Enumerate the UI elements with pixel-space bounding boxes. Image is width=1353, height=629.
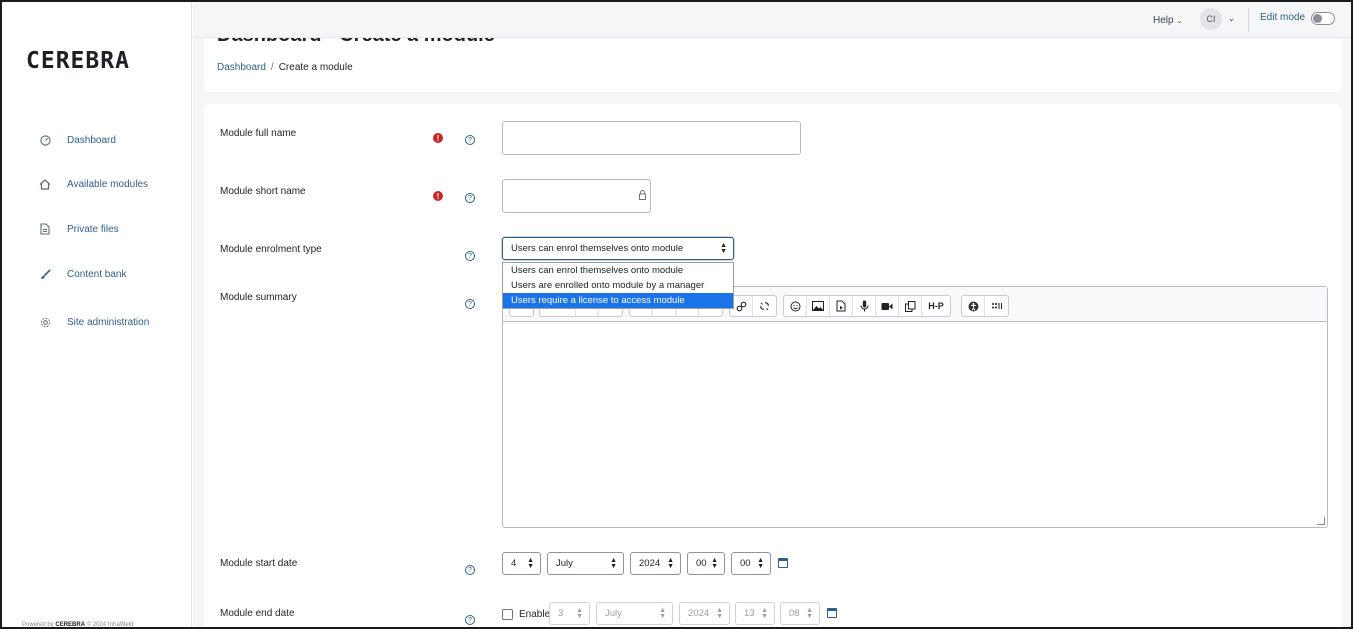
breadcrumb-dashboard[interactable]: Dashboard	[217, 62, 266, 73]
accessibility-icon[interactable]	[962, 296, 985, 316]
sidebar-item-label: Site administration	[67, 316, 150, 328]
start-year-select[interactable]: 2024 ▲ ▼	[630, 552, 681, 575]
brush-icon	[39, 268, 51, 280]
breadcrumb-current: Create a module	[278, 62, 353, 73]
avatar[interactable]: CI	[1200, 8, 1222, 30]
page-header: Dashboard - Create a module Dashboard / …	[204, 32, 1342, 92]
end-date-enable-checkbox[interactable]	[502, 609, 513, 620]
help-icon[interactable]: ?	[465, 193, 475, 203]
full-name-input[interactable]	[502, 121, 801, 155]
module-form: Module full name ! ? Module short name !…	[204, 104, 1342, 627]
end-hour-select[interactable]: 13 ▲ ▼	[735, 602, 775, 625]
chevron-down-icon: ⌄	[1176, 17, 1183, 25]
toolbar-group	[961, 295, 1009, 317]
home-icon	[39, 178, 51, 190]
select-arrows-icon: ▲ ▼	[757, 557, 764, 570]
edit-mode-label: Edit mode	[1260, 12, 1306, 23]
sidebar-item-site-administration[interactable]: Site administration	[39, 312, 149, 332]
dropdown-option-highlighted[interactable]: Users require a license to access module	[503, 293, 733, 308]
required-icon: !	[433, 191, 443, 201]
sidebar-item-label: Dashboard	[67, 134, 116, 146]
summary-editor[interactable]: H-P	[502, 286, 1328, 528]
select-arrows-icon: ▲ ▼	[576, 607, 583, 620]
enrolment-type-label: Module enrolment type	[220, 244, 322, 255]
sidebar-item-label: Private files	[67, 223, 119, 235]
sidebar-item-dashboard[interactable]: Dashboard	[39, 130, 116, 150]
start-date-label: Module start date	[220, 558, 298, 569]
top-navbar: Help ⌄ CI ⌄ Edit mode	[193, 2, 1351, 38]
select-arrows-icon: ▲ ▼	[720, 242, 727, 255]
emoji-icon[interactable]	[784, 296, 807, 316]
required-icon: !	[433, 133, 443, 143]
start-hour-select[interactable]: 00 ▲ ▼	[687, 552, 725, 575]
toolbar-group: H-P	[783, 295, 951, 317]
end-month-select[interactable]: July ▲ ▼	[596, 602, 673, 625]
start-month-select[interactable]: July ▲ ▼	[547, 552, 624, 575]
more-icon[interactable]	[985, 296, 1008, 316]
select-arrows-icon: ▲ ▼	[711, 557, 718, 570]
select-arrows-icon: ▲ ▼	[761, 607, 768, 620]
calendar-icon[interactable]	[778, 558, 788, 568]
help-icon[interactable]: ?	[465, 615, 475, 625]
enable-label: Enable	[519, 609, 551, 620]
help-icon[interactable]: ?	[465, 299, 475, 309]
file-icon	[39, 223, 51, 235]
select-arrows-icon: ▲ ▼	[716, 607, 723, 620]
divider	[1248, 8, 1249, 32]
end-year-select[interactable]: 2024 ▲ ▼	[679, 602, 730, 625]
end-date-label: Module end date	[220, 608, 295, 619]
start-minute-select[interactable]: 00 ▲ ▼	[731, 552, 771, 575]
sidebar-item-label: Available modules	[67, 178, 148, 190]
dropdown-option[interactable]: Users are enrolled onto module by a mana…	[503, 278, 733, 293]
full-name-label: Module full name	[220, 128, 297, 139]
enrolment-type-select[interactable]: Users can enrol themselves onto module ▲…	[502, 237, 734, 260]
edit-mode-toggle[interactable]	[1311, 12, 1335, 25]
select-arrows-icon: ▲ ▼	[659, 607, 666, 620]
help-icon[interactable]: ?	[465, 565, 475, 575]
enrolment-type-dropdown: Users can enrol themselves onto module U…	[502, 262, 734, 309]
help-label: Help	[1153, 15, 1174, 26]
gear-icon	[39, 316, 51, 328]
sidebar-item-label: Content bank	[67, 268, 127, 280]
gauge-icon	[39, 134, 51, 146]
h5p-icon[interactable]: H-P	[922, 296, 950, 316]
end-day-select[interactable]: 3 ▲ ▼	[549, 602, 590, 625]
breadcrumb-separator: /	[270, 62, 274, 73]
unlink-icon[interactable]	[753, 296, 776, 316]
select-arrows-icon: ▲ ▼	[667, 557, 674, 570]
microphone-icon[interactable]	[853, 296, 876, 316]
calendar-icon[interactable]	[827, 608, 837, 618]
logo: CEREBRA	[26, 48, 130, 74]
footer-text: Powered by CEREBRA © 2024 InfraWeld	[22, 622, 134, 628]
toolbar-group	[729, 295, 777, 317]
select-arrows-icon: ▲ ▼	[527, 557, 534, 570]
short-name-label: Module short name	[220, 186, 306, 197]
help-menu[interactable]: Help ⌄	[1153, 15, 1182, 26]
start-day-select[interactable]: 4 ▲ ▼	[502, 552, 541, 575]
summary-label: Module summary	[220, 292, 297, 303]
help-icon[interactable]: ?	[465, 251, 475, 261]
breadcrumb: Dashboard / Create a module	[217, 62, 353, 73]
end-minute-select[interactable]: 08 ▲ ▼	[780, 602, 820, 625]
copy-icon[interactable]	[899, 296, 922, 316]
sidebar-item-available-modules[interactable]: Available modules	[39, 174, 148, 194]
select-arrows-icon: ▲ ▼	[610, 557, 617, 570]
app-window: CEREBRA Dashboard Available modules Priv…	[0, 0, 1353, 629]
short-name-input[interactable]	[502, 179, 651, 213]
chevron-down-icon[interactable]: ⌄	[1228, 14, 1235, 23]
dropdown-option[interactable]: Users can enrol themselves onto module	[503, 263, 733, 278]
main-content: Dashboard - Create a module Dashboard / …	[193, 2, 1351, 627]
sidebar-item-content-bank[interactable]: Content bank	[39, 264, 127, 284]
help-icon[interactable]: ?	[465, 135, 475, 145]
image-icon[interactable]	[807, 296, 830, 316]
video-icon[interactable]	[876, 296, 899, 316]
sidebar: CEREBRA Dashboard Available modules Priv…	[2, 2, 192, 628]
resize-handle[interactable]	[1317, 517, 1325, 525]
lock-icon	[639, 190, 646, 200]
select-arrows-icon: ▲ ▼	[806, 607, 813, 620]
media-file-icon[interactable]	[830, 296, 853, 316]
sidebar-item-private-files[interactable]: Private files	[39, 219, 119, 239]
